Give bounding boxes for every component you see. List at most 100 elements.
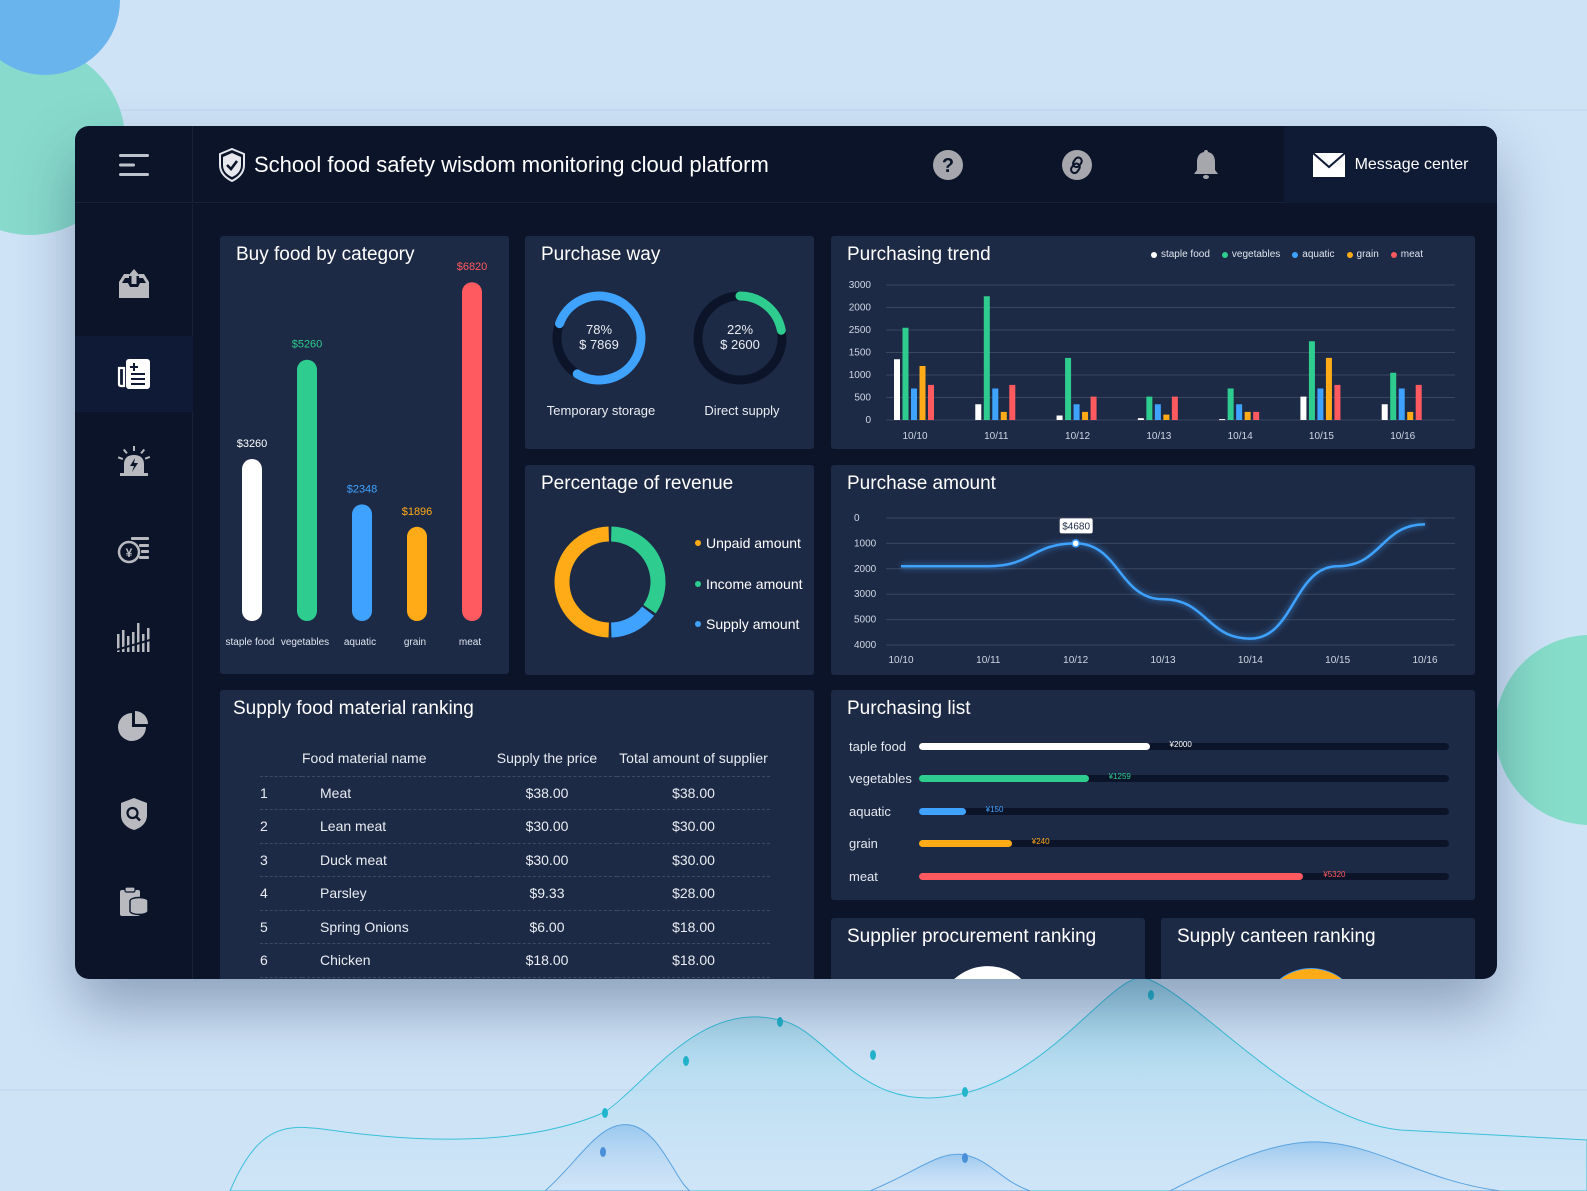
link-button[interactable] — [1060, 148, 1094, 182]
panel-title: Supply food material ranking — [233, 698, 474, 719]
ranking-table: Food material name Supply the price Tota… — [260, 742, 770, 978]
x-tick-label: 10/14 — [1228, 431, 1253, 442]
legend-dot — [695, 540, 701, 546]
bar-staple-food — [1219, 419, 1226, 421]
bar-vegetables — [297, 359, 317, 621]
x-tick-label: 10/10 — [888, 655, 913, 666]
message-center-button[interactable]: Message center — [1284, 126, 1497, 203]
item-value: ¥240 — [1031, 837, 1050, 846]
y-tick-label: 5000 — [854, 615, 877, 626]
amount-line-chart: 4000 5000 3000 2000 1000 0 10/10 10/11 10/12 10/1… — [854, 513, 1455, 666]
supplier-ranking-chart — [954, 966, 1022, 979]
shield-check-icon — [219, 147, 245, 182]
purchase-way-rings: 78%$ 7869 Temporary storage 22%$ 2600 Direc… — [547, 291, 787, 418]
bar-meat — [462, 282, 482, 621]
total-cell: $18.00 — [617, 943, 770, 978]
table-header-row: Food material name Supply the price Tota… — [260, 742, 770, 777]
bar-vegetables — [902, 327, 909, 420]
bar-value-label: $3260 — [237, 438, 268, 450]
shield-search-icon — [121, 798, 147, 830]
price-cell: $18.00 — [477, 943, 617, 978]
pie-chart-icon — [118, 711, 148, 741]
legend-supply: Supply amount — [695, 616, 799, 632]
bar-vegetables — [1308, 341, 1315, 420]
legend-dot — [695, 621, 701, 627]
rank-column-header — [260, 742, 302, 777]
purchase-amount-line — [900, 523, 1426, 640]
table-row[interactable]: 4 Parsley $9.33 $28.00 — [260, 876, 770, 911]
alarm-icon — [117, 446, 151, 476]
revenue-panel: Percentage of revenue Unpaid amount Inco… — [525, 465, 814, 675]
bar-aquatic — [1236, 404, 1243, 420]
total-cell: $30.00 — [617, 809, 770, 844]
bar-staple-food — [894, 359, 900, 420]
svg-text:¥: ¥ — [126, 546, 133, 560]
progress-track: ¥240 — [919, 837, 1449, 847]
sidebar-item-upload[interactable] — [75, 246, 193, 322]
item-label: meat — [849, 868, 878, 884]
bar-stats-icon — [116, 623, 151, 652]
column-header-name: Food material name — [302, 742, 477, 777]
name-cell: Lean meat — [302, 809, 477, 844]
sidebar: ¥ — [75, 204, 193, 979]
data-point-marker[interactable] — [1071, 539, 1080, 548]
bar-grain — [407, 526, 427, 621]
sidebar-item-inventory[interactable] — [75, 864, 193, 940]
progress-track: ¥2000 — [919, 740, 1449, 750]
table-row[interactable]: 6 Chicken $18.00 $18.00 — [260, 943, 770, 978]
progress-track: ¥150 — [919, 804, 1449, 815]
menu-button[interactable] — [75, 126, 193, 203]
rank-cell: 4 — [260, 876, 302, 911]
x-tick-label: 10/14 — [1238, 655, 1263, 666]
canteen-ranking-panel: Supply canteen ranking — [1161, 918, 1475, 979]
sidebar-item-inspection[interactable] — [75, 776, 193, 852]
x-tick-label: 10/12 — [1065, 431, 1090, 442]
purchasing-list-item: aquatic ¥150 — [849, 801, 1449, 821]
ring-segment — [1281, 968, 1342, 979]
item-value: ¥150 — [985, 804, 1004, 814]
total-cell: $18.00 — [617, 910, 770, 944]
notification-button[interactable] — [1189, 148, 1223, 182]
bar-grain — [1163, 414, 1170, 420]
help-button[interactable]: ? — [931, 148, 965, 182]
bar-aquatic — [352, 504, 372, 621]
sidebar-item-orders[interactable] — [75, 336, 193, 412]
legend-dot — [695, 581, 701, 587]
rank-cell: 5 — [260, 910, 302, 944]
purchase-amount-panel: Purchase amount 4000 5000 3000 2000 1000 0 10/… — [831, 465, 1475, 675]
add-list-icon — [117, 359, 150, 389]
revenue-donut-chart — [554, 526, 666, 638]
bar-vegetables — [983, 296, 990, 420]
rank-cell: 2 — [260, 809, 302, 844]
amount-label: $ 2600 — [720, 337, 760, 352]
name-cell: Parsley — [302, 876, 477, 911]
progress-fill — [919, 807, 966, 815]
x-tick-label: 10/10 — [902, 431, 927, 442]
sidebar-item-finance[interactable]: ¥ — [75, 512, 193, 588]
table-row[interactable]: 3 Duck meat $30.00 $30.00 — [260, 843, 770, 877]
bar-meat — [1090, 396, 1097, 420]
purchasing-trend-panel: Purchasing trend staple food vegetables aq… — [831, 236, 1475, 449]
inbox-upload-icon — [119, 269, 149, 298]
item-label: vegetables — [849, 771, 912, 786]
table-row[interactable]: 2 Lean meat $30.00 $30.00 — [260, 809, 770, 844]
bar-aquatic — [1398, 388, 1405, 420]
link-icon — [1062, 150, 1092, 180]
y-tick-label: 4000 — [854, 640, 877, 651]
mail-icon — [1312, 152, 1345, 177]
bar-aquatic — [1317, 388, 1324, 420]
sidebar-item-statistics[interactable] — [75, 600, 193, 676]
ranking-panel: Supply food material ranking Food materi… — [220, 690, 814, 979]
donut-slice-supply-amount — [610, 606, 655, 638]
progress-track: ¥1259 — [919, 772, 1449, 782]
sidebar-item-reports[interactable] — [75, 688, 193, 764]
price-cell: $30.00 — [477, 809, 617, 844]
bar-value-label: $1896 — [402, 506, 433, 518]
sidebar-item-alarm[interactable] — [75, 424, 193, 500]
rank-cell: 1 — [260, 776, 302, 810]
table-row[interactable]: 1 Meat $38.00 $38.00 — [260, 776, 770, 810]
y-tick-label: 1000 — [854, 538, 877, 549]
table-row[interactable]: 5 Spring Onions $6.00 $18.00 — [260, 910, 770, 944]
coins-icon: ¥ — [117, 537, 149, 564]
legend-unpaid: Unpaid amount — [695, 535, 801, 551]
